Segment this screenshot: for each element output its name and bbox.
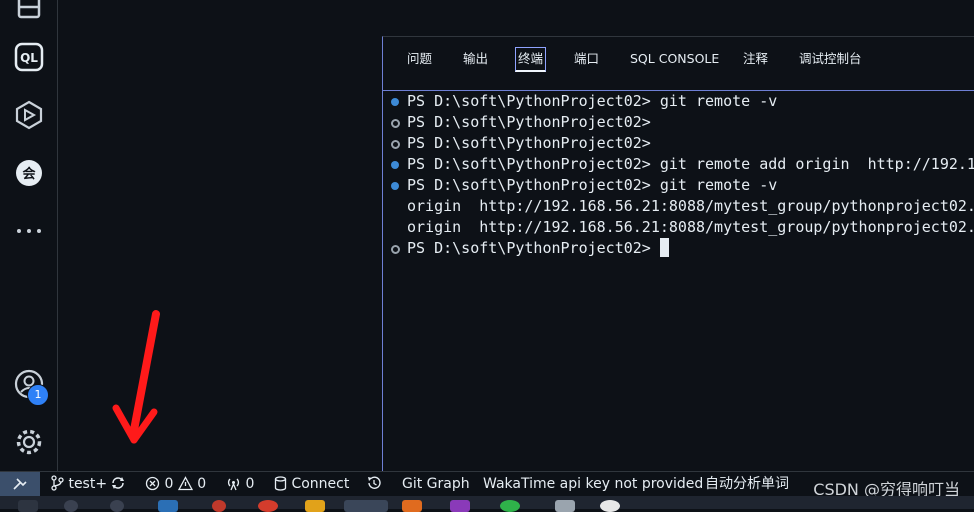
command-success-marker[interactable] bbox=[391, 182, 399, 190]
connect-label: Connect bbox=[291, 476, 350, 492]
vscode-icon[interactable] bbox=[344, 500, 388, 512]
terminal-cursor bbox=[659, 238, 669, 257]
wakatime-status[interactable]: WakaTime api key not provided bbox=[483, 472, 703, 497]
terminal-line: origin http://192.168.56.21:8088/mytest_… bbox=[407, 218, 974, 236]
error-icon bbox=[145, 476, 160, 491]
app-icon[interactable] bbox=[402, 500, 422, 512]
remote-indicator-button[interactable] bbox=[0, 472, 40, 497]
svg-text:会: 会 bbox=[22, 166, 36, 182]
app-icon[interactable] bbox=[158, 500, 178, 512]
meeting-icon[interactable]: 会 bbox=[14, 158, 44, 188]
taskbar bbox=[0, 496, 974, 512]
activity-bar: QL 会 1 bbox=[0, 0, 58, 471]
bottom-panel: 问题 输出 终端 端口 SQL CONSOLE 注释 调试控制台 PS D:\s… bbox=[382, 36, 974, 472]
warning-icon bbox=[177, 476, 193, 491]
terminal[interactable]: PS D:\soft\PythonProject02> git remote -… bbox=[383, 91, 974, 471]
broadcast-icon bbox=[227, 478, 240, 491]
settings-gear-icon[interactable] bbox=[14, 427, 44, 457]
tab-problems[interactable]: 问题 bbox=[405, 49, 434, 75]
ql-icon[interactable]: QL bbox=[14, 42, 44, 72]
connect-button[interactable]: Connect bbox=[274, 472, 349, 497]
panel-tabs: 问题 输出 终端 端口 SQL CONSOLE 注释 调试控制台 bbox=[383, 37, 974, 91]
terminal-line: PS D:\soft\PythonProject02> bbox=[407, 113, 651, 131]
tab-sql-console[interactable]: SQL CONSOLE bbox=[628, 49, 721, 75]
folder-icon[interactable] bbox=[305, 500, 325, 512]
auto-analyze-button[interactable]: 自动分析单词 bbox=[705, 472, 789, 497]
git-graph-button[interactable]: Git Graph bbox=[402, 472, 470, 497]
annotation-arrow-icon bbox=[112, 310, 160, 444]
git-branch-icon bbox=[51, 475, 64, 491]
task-view-icon[interactable] bbox=[110, 500, 124, 512]
database-icon bbox=[274, 476, 287, 491]
branch-button[interactable]: test+ bbox=[50, 472, 107, 497]
account-badge: 1 bbox=[27, 384, 49, 406]
terminal-prompt-line: PS D:\soft\PythonProject02> bbox=[407, 238, 669, 259]
tab-terminal[interactable]: 终端 bbox=[515, 47, 547, 72]
terminal-prompt: PS D:\soft\PythonProject02> bbox=[407, 239, 660, 257]
history-icon bbox=[368, 476, 381, 489]
sync-icon bbox=[112, 477, 124, 489]
app-icon[interactable] bbox=[600, 500, 620, 512]
branch-name: test+ bbox=[68, 476, 108, 492]
warning-count: 0 bbox=[197, 476, 207, 492]
app-icon[interactable] bbox=[258, 500, 278, 512]
command-empty-marker[interactable] bbox=[391, 140, 400, 149]
command-empty-marker[interactable] bbox=[391, 245, 400, 254]
history-button[interactable] bbox=[366, 472, 382, 497]
terminal-line: PS D:\soft\PythonProject02> bbox=[407, 134, 651, 152]
command-success-marker[interactable] bbox=[391, 161, 399, 169]
tab-ports[interactable]: 端口 bbox=[572, 49, 601, 75]
app-icon[interactable] bbox=[212, 500, 226, 512]
remote-icon bbox=[13, 478, 27, 490]
terminal-line: PS D:\soft\PythonProject02> git remote a… bbox=[407, 155, 974, 173]
tab-output[interactable]: 输出 bbox=[461, 49, 490, 75]
layout-icon[interactable] bbox=[14, 0, 44, 24]
tab-comments[interactable]: 注释 bbox=[741, 49, 770, 75]
search-icon[interactable] bbox=[64, 500, 78, 512]
more-icon[interactable] bbox=[14, 216, 44, 246]
app-icon[interactable] bbox=[500, 500, 520, 512]
box-icon[interactable] bbox=[14, 100, 44, 130]
start-icon[interactable] bbox=[18, 500, 38, 512]
terminal-line: PS D:\soft\PythonProject02> git remote -… bbox=[407, 176, 778, 194]
editor-top-area bbox=[382, 0, 974, 36]
terminal-line: origin http://192.168.56.21:8088/mytest_… bbox=[407, 197, 974, 215]
error-count: 0 bbox=[164, 476, 174, 492]
ports-count: 0 bbox=[245, 476, 255, 492]
command-empty-marker[interactable] bbox=[391, 119, 400, 128]
tab-debug-console[interactable]: 调试控制台 bbox=[797, 49, 864, 75]
app-icon[interactable] bbox=[555, 500, 575, 512]
sync-button[interactable] bbox=[110, 472, 126, 497]
command-success-marker[interactable] bbox=[391, 98, 399, 106]
app-icon[interactable] bbox=[450, 500, 470, 512]
status-bar: test+ 0 0 0 Connect Git Graph WakaTime a… bbox=[0, 471, 974, 499]
svg-text:QL: QL bbox=[20, 51, 38, 65]
ports-button[interactable]: 0 bbox=[226, 472, 254, 497]
terminal-line: PS D:\soft\PythonProject02> git remote -… bbox=[407, 92, 778, 110]
problems-button[interactable]: 0 0 bbox=[145, 472, 206, 497]
